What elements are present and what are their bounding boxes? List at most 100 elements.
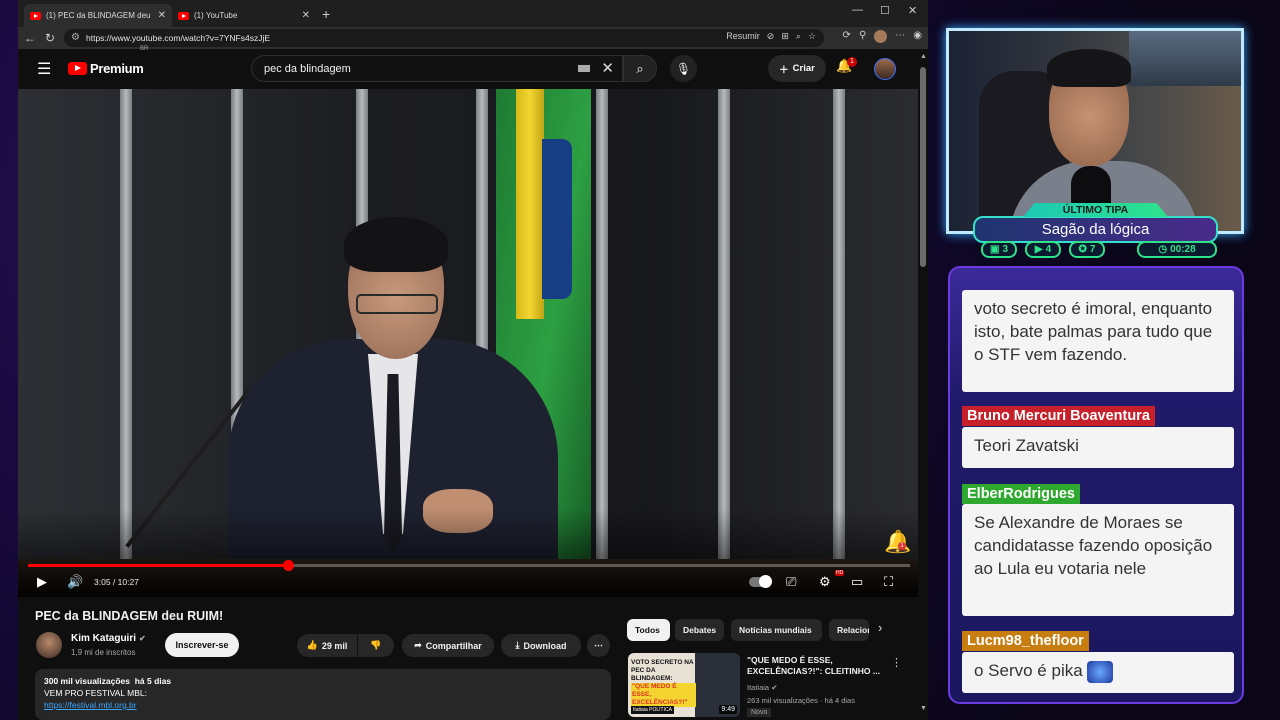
chat-message: voto secreto é imoral, enquanto isto, ba… bbox=[962, 290, 1234, 392]
chip-todos[interactable]: Todos bbox=[627, 619, 670, 641]
recommended-meta: 263 mil visualizações · há 4 dias bbox=[747, 696, 855, 705]
toolbar-right: ⟳ ⚲ ⋯ ◉ bbox=[843, 30, 922, 43]
chat-username: Bruno Mercuri Boaventura bbox=[962, 406, 1155, 426]
scrollbar-thumb[interactable] bbox=[920, 67, 926, 267]
video-player[interactable]: 🔔 1 ▶ 🔊 3:05 / 10:27 ⎚ ⚙ HD ▭ ⛶ bbox=[18, 89, 918, 597]
subscribe-button[interactable]: Inscrever-se bbox=[165, 633, 239, 657]
time-display: 3:05 / 10:27 bbox=[94, 577, 139, 587]
chip-debates[interactable]: Debates bbox=[675, 619, 724, 641]
search-query: pec da blindagem bbox=[264, 62, 351, 75]
reload-button[interactable]: ↻ bbox=[45, 31, 55, 45]
youtube-logo[interactable]: Premium bbox=[68, 61, 144, 76]
channel-avatar[interactable] bbox=[36, 632, 62, 658]
create-button[interactable]: ＋ Criar bbox=[768, 55, 826, 82]
url-text: https://www.youtube.com/watch?v=7YNFs4sz… bbox=[86, 33, 271, 43]
hd-badge: HD bbox=[835, 570, 845, 576]
zoom-icon[interactable]: ⌕ bbox=[796, 31, 801, 42]
more-vertical-icon[interactable]: ⋮ bbox=[891, 656, 902, 669]
progress-fill bbox=[28, 564, 289, 567]
fullscreen-icon[interactable]: ⛶ bbox=[884, 574, 893, 590]
new-tab-button[interactable]: + bbox=[322, 6, 330, 22]
apps-icon[interactable]: ⊞ bbox=[781, 31, 789, 42]
tab-video[interactable]: (1) PEC da BLINDAGEM deu RUIM! ✕ bbox=[24, 4, 172, 27]
back-button[interactable]: ← bbox=[24, 31, 36, 45]
page-scrollbar[interactable]: ▲ ▼ bbox=[918, 49, 928, 720]
address-bar: ← ↻ ⚙ https://www.youtube.com/watch?v=7Y… bbox=[18, 27, 928, 49]
extensions-icon[interactable]: ⚲ bbox=[859, 30, 866, 43]
scroll-down-icon[interactable]: ▼ bbox=[920, 705, 927, 712]
profile-avatar[interactable] bbox=[874, 30, 888, 43]
more-actions-button[interactable]: ⋯ bbox=[587, 634, 610, 657]
clear-search-icon[interactable]: ✕ bbox=[601, 59, 614, 77]
description-link[interactable]: https://festival.mbl.org.br bbox=[44, 700, 137, 710]
chat-username: ElberRodrigues bbox=[962, 484, 1080, 504]
player-controls: ▶ 🔊 3:05 / 10:27 ⎚ ⚙ HD ▭ ⛶ bbox=[18, 569, 918, 597]
current-time: 3:05 bbox=[94, 577, 111, 587]
chevron-right-icon[interactable]: › bbox=[878, 620, 882, 635]
share-button[interactable]: ➦ Compartilhar bbox=[402, 634, 494, 657]
video-title: PEC da BLINDAGEM deu RUIM! bbox=[35, 609, 224, 623]
chat-message: Teori Zavatski bbox=[962, 427, 1234, 468]
bell-overlay-badge: 1 bbox=[898, 542, 906, 550]
omnibox-actions: Resumir ⊘ ⊞ ⌕ ☆ bbox=[726, 31, 816, 42]
scroll-up-icon[interactable]: ▲ bbox=[920, 53, 927, 60]
thumbs-down-icon: 👎 bbox=[370, 640, 382, 650]
sync-icon[interactable]: ⟳ bbox=[843, 30, 851, 43]
subscribe-bell-icon[interactable]: 🔔 bbox=[884, 529, 911, 555]
video-duration: 9:49 bbox=[719, 705, 737, 714]
account-avatar[interactable] bbox=[874, 58, 896, 80]
recommended-thumbnail[interactable]: VOTO SECRETO NA PEC DA BLINDAGEM: "QUE M… bbox=[628, 653, 740, 717]
maximize-button[interactable]: ☐ bbox=[880, 4, 890, 17]
voice-search-button[interactable]: 🎙 bbox=[670, 55, 697, 82]
youtube-favicon-icon bbox=[30, 11, 41, 20]
site-info-icon[interactable]: ⚙ bbox=[71, 32, 80, 43]
hamburger-menu-icon[interactable]: ☰ bbox=[37, 59, 51, 79]
tab-close-icon[interactable]: ✕ bbox=[158, 10, 166, 21]
channel-name[interactable]: Kim Kataguiri ✔ bbox=[71, 633, 146, 644]
last-tip-label: ÚLTIMO TIPA bbox=[1023, 203, 1168, 217]
tab-youtube[interactable]: (1) YouTube ✕ bbox=[172, 4, 316, 27]
summarize-button[interactable]: Resumir bbox=[726, 31, 760, 42]
chat-bubble-icon: ▣ bbox=[989, 244, 1000, 255]
emote-icon bbox=[1087, 660, 1114, 683]
close-window-button[interactable]: ✕ bbox=[908, 4, 917, 17]
volume-icon[interactable]: 🔊 bbox=[67, 574, 83, 590]
translate-icon[interactable]: ⊘ bbox=[767, 31, 775, 42]
microphone-icon: 🎙 bbox=[675, 61, 692, 76]
video-count-stat: ▶ 4 bbox=[1025, 241, 1061, 258]
tab-title: (1) YouTube bbox=[194, 11, 238, 20]
url-field[interactable]: ⚙ https://www.youtube.com/watch?v=7YNFs4… bbox=[64, 29, 824, 47]
tab-close-icon[interactable]: ✕ bbox=[302, 10, 310, 21]
video-details: PEC da BLINDAGEM deu RUIM! Kim Kataguiri… bbox=[18, 597, 918, 720]
recommended-channel[interactable]: Itatiaia ✔ bbox=[747, 683, 778, 692]
verified-check-icon: ✔ bbox=[139, 634, 146, 643]
like-button[interactable]: 👍 29 mil bbox=[297, 634, 357, 657]
upload-date: há 5 dias bbox=[134, 676, 172, 686]
search-input[interactable]: pec da blindagem ✕ bbox=[251, 55, 623, 82]
autoplay-toggle[interactable] bbox=[749, 575, 772, 588]
download-button[interactable]: ⤓ Download bbox=[501, 634, 581, 657]
gift-icon: ✪ bbox=[1078, 244, 1087, 255]
description-box[interactable]: 300 mil visualizações há 5 dias VEM PRO … bbox=[35, 669, 611, 720]
duration: 10:27 bbox=[117, 577, 139, 587]
search-button[interactable]: ⌕ bbox=[623, 55, 657, 82]
subtitles-icon[interactable]: ⎚ bbox=[786, 574, 796, 590]
settings-gear-icon[interactable]: ⚙ bbox=[819, 574, 831, 590]
youtube-play-logo-icon bbox=[68, 62, 87, 75]
theater-mode-icon[interactable]: ▭ bbox=[851, 574, 863, 590]
speaker-glasses bbox=[356, 294, 438, 314]
bookmark-star-icon[interactable]: ☆ bbox=[808, 31, 816, 42]
minimize-button[interactable]: — bbox=[852, 4, 863, 16]
chat-overlay: voto secreto é imoral, enquanto isto, ba… bbox=[948, 266, 1244, 704]
chip-relacionados[interactable]: Relacionados bbox=[829, 619, 869, 641]
play-icon[interactable]: ▶ bbox=[37, 574, 47, 590]
create-label: Criar bbox=[792, 63, 815, 74]
menu-icon[interactable]: ⋯ bbox=[895, 30, 905, 43]
keyboard-icon[interactable] bbox=[578, 65, 590, 72]
verified-check-icon: ✔ bbox=[771, 683, 778, 692]
video-progress-bar[interactable] bbox=[28, 560, 910, 571]
dislike-button[interactable]: 👎 bbox=[358, 634, 394, 657]
chip-noticias[interactable]: Notícias mundiais bbox=[731, 619, 822, 641]
recommended-title[interactable]: "QUE MEDO É ESSE, EXCELÊNCIAS?!": CLEITI… bbox=[747, 655, 887, 677]
copilot-icon[interactable]: ◉ bbox=[913, 30, 922, 43]
